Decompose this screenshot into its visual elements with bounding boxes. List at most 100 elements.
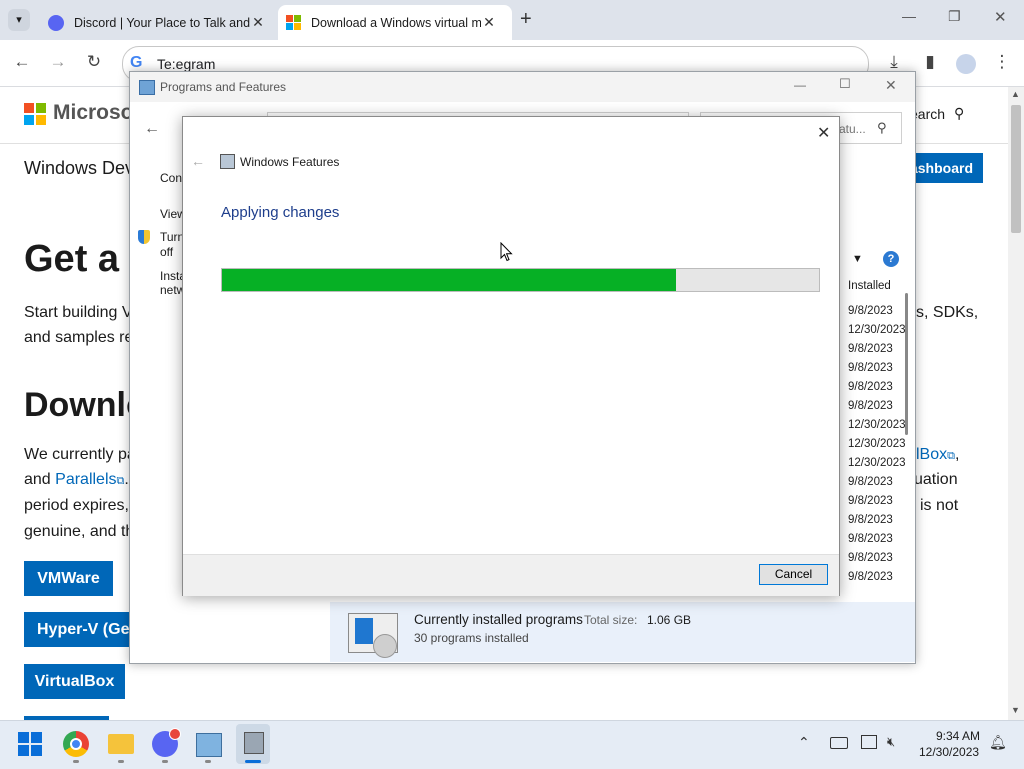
programs-icon xyxy=(348,613,398,658)
installed-date: 9/8/2023 xyxy=(848,514,893,526)
footer-count: 30 programs installed xyxy=(414,631,529,645)
notification-bell-icon[interactable]: 🔔︎ xyxy=(989,734,1007,751)
running-indicator xyxy=(73,760,79,763)
dialog-title: Windows Features xyxy=(240,155,340,169)
scrollbar-thumb[interactable] xyxy=(1011,105,1021,233)
installed-date: 9/8/2023 xyxy=(848,400,893,412)
browser-tab-strip: ▾ Discord | Your Place to Talk and ✕ Dow… xyxy=(0,0,1024,40)
windows-start-icon[interactable] xyxy=(18,732,42,756)
page-scrollbar[interactable]: ▲ ▼ xyxy=(1008,87,1024,720)
body-text: We currently pa xyxy=(24,446,136,463)
new-tab-icon[interactable]: + xyxy=(520,8,532,31)
tab-title: Download a Windows virtual m xyxy=(311,15,481,30)
applying-heading: Applying changes xyxy=(221,204,340,221)
nav-title[interactable]: Windows Dev xyxy=(24,158,134,179)
running-indicator xyxy=(205,760,211,763)
tab-discord[interactable]: Discord | Your Place to Talk and ✕ xyxy=(40,5,272,40)
mouse-cursor-icon xyxy=(500,242,513,262)
windows-features-icon xyxy=(220,154,235,169)
body-text-right: lBox⧉, xyxy=(916,442,959,469)
reload-icon[interactable]: ↻ xyxy=(82,52,106,72)
footer-title: Currently installed programs xyxy=(414,612,583,627)
shield-icon xyxy=(138,230,150,244)
installed-date: 9/8/2023 xyxy=(848,343,893,355)
help-icon[interactable]: ? xyxy=(883,251,899,267)
intro-text: Start building V xyxy=(24,304,133,321)
tray-chevron-icon[interactable]: ⌃ xyxy=(798,734,810,751)
window-title: Programs and Features xyxy=(160,80,287,94)
network-icon[interactable] xyxy=(861,735,877,749)
chrome-icon[interactable] xyxy=(63,731,89,757)
parallels-link[interactable]: Parallels xyxy=(55,471,116,488)
installed-date: 12/30/2023 xyxy=(848,457,906,469)
close-icon[interactable]: ✕ xyxy=(885,77,897,94)
close-icon[interactable]: ✕ xyxy=(817,123,830,143)
back-icon[interactable]: ← xyxy=(144,120,160,138)
installed-date: 9/8/2023 xyxy=(848,476,893,488)
body-text: and Parallels⧉. xyxy=(24,467,129,494)
discord-icon xyxy=(48,14,64,31)
virtualbox-button[interactable]: VirtualBox xyxy=(24,664,125,699)
cancel-button[interactable]: Cancel xyxy=(759,564,828,585)
installed-date: 9/8/2023 xyxy=(848,552,893,564)
vmware-button[interactable]: VMWare xyxy=(24,561,113,596)
installed-date: 12/30/2023 xyxy=(848,324,906,336)
control-panel-icon[interactable] xyxy=(196,733,222,757)
minimize-icon[interactable]: — xyxy=(794,78,806,92)
intro-text-right: s, SDKs, xyxy=(916,304,979,321)
scroll-down-icon[interactable]: ▼ xyxy=(1011,705,1020,715)
windows-features-icon[interactable] xyxy=(236,724,270,764)
tab-microsoft[interactable]: Download a Windows virtual m ✕ xyxy=(278,5,512,40)
body-text-lead: and xyxy=(24,471,56,488)
external-link-icon: ⧉ xyxy=(947,450,955,462)
clock-time[interactable]: 9:34 AM xyxy=(936,729,980,743)
maximize-icon[interactable]: ☐ xyxy=(839,76,851,92)
tab-title: Discord | Your Place to Talk and xyxy=(74,15,250,30)
control-panel-icon xyxy=(139,80,155,95)
address-input[interactable]: Te:egram xyxy=(157,56,215,72)
close-tab-icon[interactable]: ✕ xyxy=(481,14,497,31)
clock-date[interactable]: 12/30/2023 xyxy=(919,745,979,759)
microsoft-logo-icon xyxy=(24,103,46,125)
volume-muted-icon[interactable]: 🔇︎ xyxy=(887,734,895,750)
back-icon[interactable]: ← xyxy=(191,153,205,169)
windows-features-dialog: ✕ ← Windows Features Applying changes Ca… xyxy=(182,116,840,596)
tab-search-button[interactable]: ▾ xyxy=(8,9,30,31)
sidebar-link[interactable]: off xyxy=(160,245,173,259)
close-window-icon[interactable]: ✕ xyxy=(994,8,1007,26)
window-titlebar: Programs and Features — ☐ ✕ xyxy=(130,72,915,102)
installed-date: 12/30/2023 xyxy=(848,438,906,450)
google-icon: G xyxy=(130,54,143,71)
restore-icon[interactable]: ❐ xyxy=(948,8,961,25)
progress-bar xyxy=(221,268,820,292)
profile-avatar[interactable] xyxy=(956,54,976,74)
sidebar-link[interactable]: Turn xyxy=(160,230,184,244)
search-icon[interactable]: ⚲ xyxy=(954,105,964,122)
body-text: genuine, and th xyxy=(24,523,135,540)
hyperv-button[interactable]: Hyper-V (Ger xyxy=(24,612,130,647)
view-options-icon[interactable]: ▼ xyxy=(852,253,863,265)
menu-icon[interactable]: ⋮ xyxy=(990,52,1014,72)
details-pane: Currently installed programs Total size:… xyxy=(330,602,915,662)
installed-date: 12/30/2023 xyxy=(848,419,906,431)
forward-icon[interactable]: → xyxy=(46,52,70,72)
back-icon[interactable]: ← xyxy=(10,52,34,72)
footer-size-label: Total size: xyxy=(584,613,638,627)
installed-column-header[interactable]: Installed xyxy=(848,280,891,292)
download-icon[interactable]: ⤓ xyxy=(882,52,906,72)
microsoft-icon xyxy=(286,15,301,30)
minimize-icon[interactable]: — xyxy=(902,8,916,24)
page-heading: Get a xyxy=(24,238,120,280)
side-panel-icon[interactable]: ▮ xyxy=(918,52,942,72)
search-icon: ⚲ xyxy=(877,120,887,135)
scroll-up-icon[interactable]: ▲ xyxy=(1011,89,1020,99)
virtualbox-link[interactable]: lBox xyxy=(916,446,947,463)
discord-icon[interactable] xyxy=(152,728,181,757)
keyboard-icon[interactable] xyxy=(830,737,848,749)
close-tab-icon[interactable]: ✕ xyxy=(250,14,266,31)
installed-date: 9/8/2023 xyxy=(848,362,893,374)
body-text-right: uation xyxy=(914,471,958,488)
file-explorer-icon[interactable] xyxy=(108,734,134,754)
dialog-button-bar xyxy=(183,554,839,596)
progress-fill xyxy=(222,269,676,291)
